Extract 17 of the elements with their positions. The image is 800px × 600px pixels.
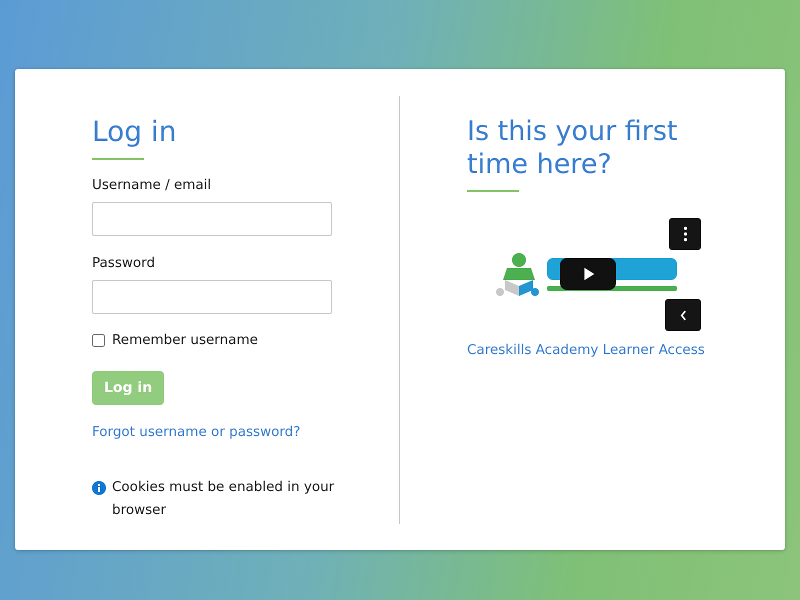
cookies-note: Cookies must be enabled in your browser — [112, 478, 336, 520]
login-heading: Log in — [92, 115, 176, 149]
back-button[interactable] — [665, 299, 701, 331]
username-label: Username / email — [92, 177, 212, 193]
first-time-heading: Is this your first time here? — [467, 115, 679, 181]
password-field[interactable] — [92, 280, 332, 314]
more-button[interactable] — [669, 218, 701, 250]
more-icon — [682, 226, 688, 242]
remember-label: Remember username — [112, 332, 258, 348]
learner-access-link[interactable]: Careskills Academy Learner Access — [467, 342, 705, 358]
chevron-left-icon — [680, 310, 686, 320]
remember-checkbox[interactable] — [92, 334, 105, 346]
info-icon — [92, 481, 106, 495]
password-label: Password — [92, 255, 156, 271]
username-field[interactable] — [92, 202, 332, 236]
forgot-link[interactable]: Forgot username or password? — [92, 424, 300, 440]
play-button[interactable] — [560, 258, 616, 290]
